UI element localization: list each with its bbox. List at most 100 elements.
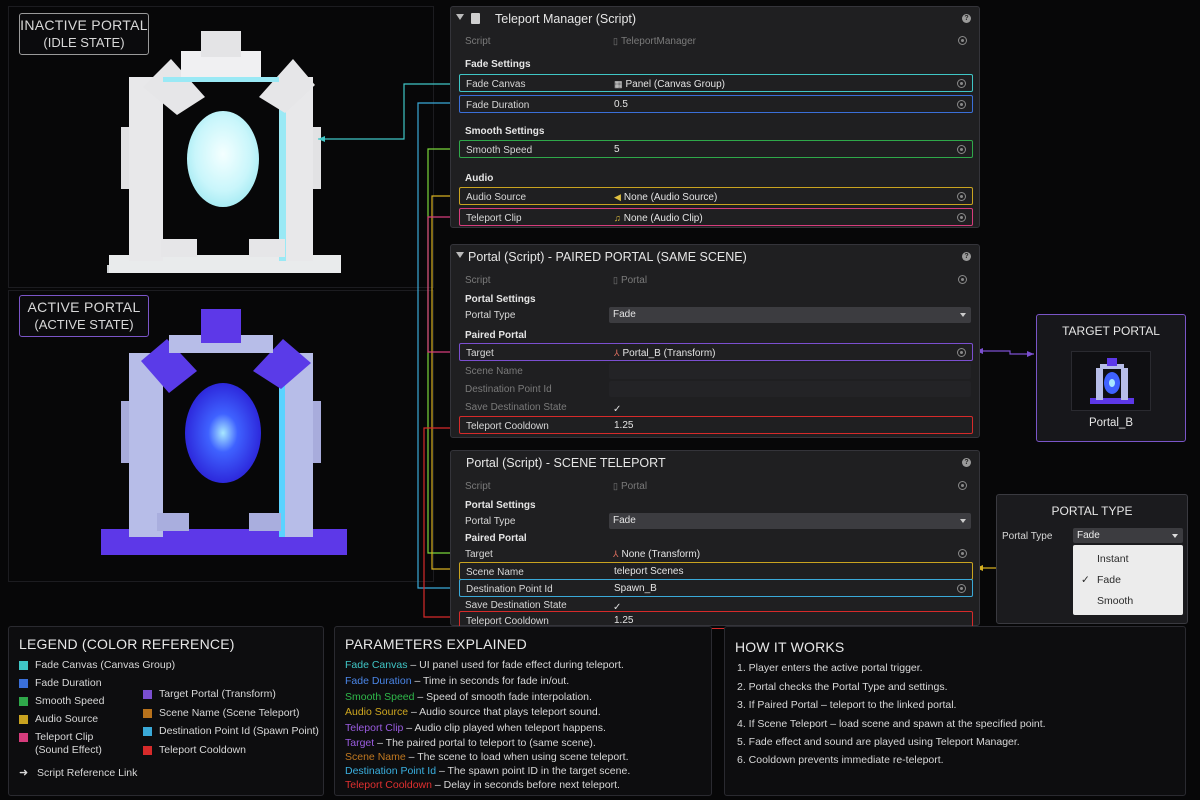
legend-title: LEGEND (COLOR REFERENCE) bbox=[19, 636, 235, 652]
object-picker-icon[interactable] bbox=[957, 348, 966, 357]
portal-type-dropdown[interactable]: Fade bbox=[609, 307, 971, 323]
how-step: 6. Cooldown prevents immediate re-telepo… bbox=[737, 754, 944, 766]
checkmark-icon: ✓ bbox=[1081, 574, 1090, 586]
transform-icon: ⅄ bbox=[613, 549, 619, 559]
object-picker-icon[interactable] bbox=[957, 100, 966, 109]
dest-point-value: Spawn_B bbox=[614, 583, 657, 594]
param-name: Teleport Clip bbox=[345, 722, 404, 734]
target-portal-thumbnail bbox=[1071, 351, 1151, 411]
how-it-works-box: HOW IT WORKS 1. Player enters the active… bbox=[724, 626, 1186, 796]
target-portal-name: Portal_B bbox=[1088, 417, 1134, 429]
param-desc: – UI panel used for fade effect during t… bbox=[410, 659, 624, 671]
script-field: ▯ Portal bbox=[609, 272, 971, 288]
portal-paired-header[interactable]: Portal (Script) - PAIRED PORTAL (SAME SC… bbox=[451, 245, 979, 269]
target-field[interactable]: ⅄ None (Transform) bbox=[609, 546, 971, 562]
portal-type-value: Fade bbox=[613, 515, 636, 526]
legend-swatch bbox=[143, 709, 152, 718]
teleport-manager-title: Teleport Manager (Script) bbox=[495, 12, 637, 26]
collapse-icon[interactable] bbox=[456, 252, 464, 258]
target-value: None (Transform) bbox=[621, 549, 701, 560]
object-picker-icon bbox=[958, 481, 967, 490]
param-item: Audio Source – Audio source that plays t… bbox=[345, 706, 601, 718]
menu-item-fade[interactable]: ✓ Fade bbox=[1073, 570, 1183, 590]
menu-item-smooth[interactable]: Smooth bbox=[1073, 591, 1183, 611]
portal-scene-panel: Portal (Script) - SCENE TELEPORT ? Scrip… bbox=[450, 450, 980, 629]
param-desc: – The scene to load when using scene tel… bbox=[408, 751, 629, 763]
dropdown-arrow-icon bbox=[1172, 534, 1178, 538]
param-name: Teleport Cooldown bbox=[345, 779, 432, 791]
smooth-speed-field[interactable]: 5 bbox=[610, 142, 970, 158]
object-picker-icon[interactable] bbox=[958, 549, 967, 558]
param-desc: – Audio clip played when teleport happen… bbox=[406, 722, 606, 734]
object-picker-icon[interactable] bbox=[957, 145, 966, 154]
active-portal-preview: ACTIVE PORTAL (ACTIVE STATE) bbox=[8, 290, 434, 582]
fade-settings-heading: Fade Settings bbox=[465, 59, 531, 70]
dest-point-label: Destination Point Id bbox=[465, 384, 552, 395]
scene-name-field[interactable] bbox=[609, 363, 971, 379]
param-name: Fade Canvas bbox=[345, 659, 408, 671]
dest-point-field[interactable] bbox=[609, 381, 971, 397]
target-field[interactable]: ⅄ Portal_B (Transform) bbox=[610, 345, 970, 361]
teleport-manager-header[interactable]: Teleport Manager (Script) ? bbox=[451, 7, 979, 31]
help-icon[interactable]: ? bbox=[962, 252, 971, 261]
transform-icon: ⅄ bbox=[614, 348, 620, 358]
portal-type-select[interactable]: Fade bbox=[1073, 528, 1183, 543]
help-icon[interactable]: ? bbox=[962, 14, 971, 23]
scene-name-label: Scene Name bbox=[466, 567, 524, 578]
fade-duration-field[interactable]: 0.5 bbox=[610, 97, 970, 113]
legend-box: LEGEND (COLOR REFERENCE) Fade Canvas (Ca… bbox=[8, 626, 324, 796]
fade-canvas-field[interactable]: ▦ Panel (Canvas Group) bbox=[610, 76, 970, 92]
dest-point-row: Destination Point Id bbox=[459, 380, 973, 398]
object-picker-icon[interactable] bbox=[957, 79, 966, 88]
portal-type-row: Portal Type Fade bbox=[459, 512, 973, 530]
scene-name-row: Scene Name teleport Scenes bbox=[459, 562, 973, 580]
save-dest-checkbox[interactable]: ✓ bbox=[609, 399, 971, 415]
smooth-speed-value: 5 bbox=[614, 144, 620, 155]
menu-item-smooth-label: Smooth bbox=[1097, 595, 1134, 607]
scene-name-field[interactable]: teleport Scenes bbox=[610, 564, 970, 580]
legend-item-label: Fade Canvas (Canvas Group) bbox=[35, 659, 176, 671]
param-desc: – The paired portal to teleport to (same… bbox=[377, 737, 596, 749]
object-picker-icon[interactable] bbox=[957, 584, 966, 593]
script-row: Script ▯ Portal bbox=[459, 477, 973, 495]
how-step: 1. Player enters the active portal trigg… bbox=[737, 662, 923, 674]
script-label: Script bbox=[465, 481, 491, 492]
param-name: Destination Point Id bbox=[345, 765, 437, 777]
menu-item-fade-label: Fade bbox=[1097, 574, 1121, 586]
fade-canvas-value: Panel (Canvas Group) bbox=[625, 79, 726, 90]
menu-item-instant[interactable]: Instant bbox=[1073, 549, 1183, 569]
param-item: Teleport Cooldown – Delay in seconds bef… bbox=[345, 779, 620, 791]
target-value: Portal_B (Transform) bbox=[622, 348, 716, 359]
params-title: PARAMETERS EXPLAINED bbox=[345, 636, 527, 652]
how-title: HOW IT WORKS bbox=[735, 639, 845, 655]
scene-name-value: teleport Scenes bbox=[614, 566, 684, 577]
audio-heading: Audio bbox=[465, 173, 494, 184]
teleport-clip-field[interactable]: ♫ None (Audio Clip) bbox=[610, 210, 970, 226]
speaker-icon: ◀ bbox=[614, 192, 621, 202]
help-icon[interactable]: ? bbox=[962, 458, 971, 467]
portal-type-dropdown[interactable]: Fade bbox=[609, 513, 971, 529]
audio-source-field[interactable]: ◀ None (Audio Source) bbox=[610, 189, 970, 205]
params-box: PARAMETERS EXPLAINED Fade Canvas – UI pa… bbox=[334, 626, 712, 796]
portal-type-menu: Instant ✓ Fade Smooth bbox=[1073, 545, 1183, 615]
portal-scene-header[interactable]: Portal (Script) - SCENE TELEPORT ? bbox=[451, 451, 979, 475]
param-name: Audio Source bbox=[345, 706, 409, 718]
script-field: ▯ TeleportManager bbox=[609, 33, 971, 49]
target-label: Target bbox=[465, 549, 493, 560]
collapse-icon[interactable] bbox=[456, 14, 464, 20]
legend-item-label: Destination Point Id (Spawn Point) bbox=[159, 725, 319, 737]
object-picker-icon[interactable] bbox=[957, 192, 966, 201]
scene-name-label: Scene Name bbox=[465, 366, 523, 377]
cooldown-field[interactable]: 1.25 bbox=[610, 418, 970, 434]
portal-type-row: Portal Type Fade bbox=[459, 306, 973, 324]
target-label: Target bbox=[466, 348, 494, 359]
dest-point-field[interactable]: Spawn_B bbox=[610, 581, 970, 597]
legend-item-label: Scene Name (Scene Teleport) bbox=[159, 707, 300, 719]
fade-canvas-row: Fade Canvas ▦ Panel (Canvas Group) bbox=[459, 74, 973, 92]
script-file-icon: ▯ bbox=[613, 481, 618, 491]
object-picker-icon[interactable] bbox=[957, 213, 966, 222]
menu-item-instant-label: Instant bbox=[1097, 553, 1129, 565]
portal-type-box-title: PORTAL TYPE bbox=[1051, 504, 1133, 518]
legend-swatch bbox=[19, 661, 28, 670]
param-item: Destination Point Id – The spawn point I… bbox=[345, 765, 630, 777]
